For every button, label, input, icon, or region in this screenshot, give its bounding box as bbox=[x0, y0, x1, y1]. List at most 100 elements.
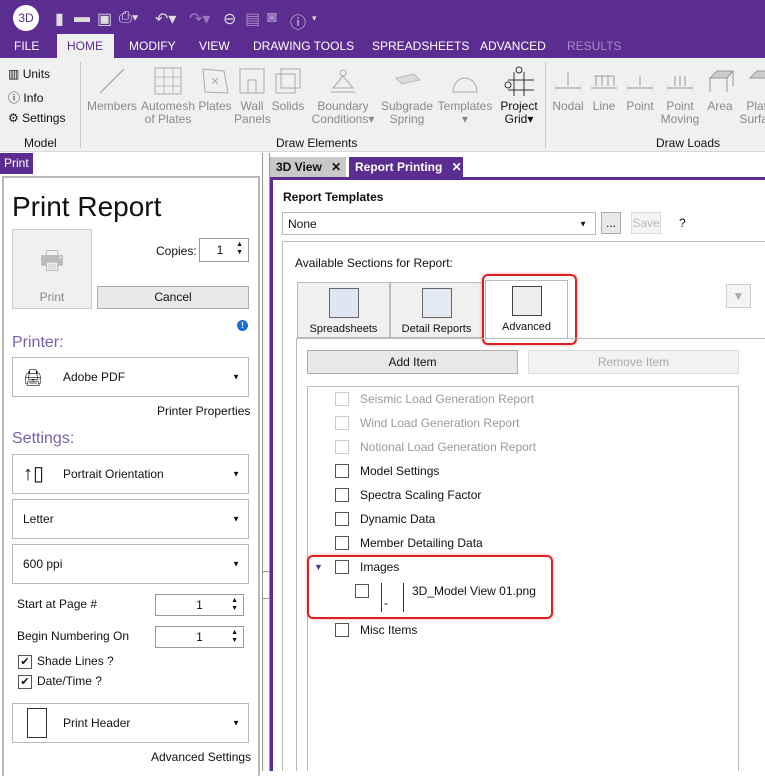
gear-icon: ⚙ bbox=[8, 111, 19, 125]
spreadsheet-icon bbox=[328, 288, 359, 318]
report-icon[interactable]: ▤ bbox=[245, 9, 260, 29]
item-checkbox[interactable] bbox=[335, 440, 349, 454]
item-checkbox[interactable] bbox=[335, 536, 349, 550]
printer-dropdown[interactable]: 🖨 Adobe PDF ▼ bbox=[12, 357, 249, 397]
filter-icon[interactable]: ▼ bbox=[726, 284, 751, 308]
date-time-label: Date/Time ? bbox=[37, 674, 102, 688]
list-item: Model Settings bbox=[360, 464, 440, 478]
wall-panel-icon bbox=[239, 68, 265, 94]
settings-button[interactable]: ⚙ Settings bbox=[8, 111, 65, 125]
printer-heading: Printer: bbox=[12, 334, 64, 351]
info-icon[interactable]: ⓘ bbox=[290, 9, 306, 33]
resolution-dropdown[interactable]: 600 ppi ▼ bbox=[12, 544, 249, 584]
tab-print[interactable]: Print bbox=[0, 153, 33, 174]
save-icon[interactable]: ▣ bbox=[97, 9, 112, 29]
plate-surface-load-button[interactable]: Plate Surface bbox=[738, 66, 765, 126]
menu-modify[interactable]: MODIFY bbox=[119, 34, 186, 58]
group-model-label: Model bbox=[24, 136, 57, 150]
menu-results[interactable]: RESULTS bbox=[557, 34, 631, 58]
menu-view[interactable]: VIEW bbox=[189, 34, 240, 58]
undo-icon[interactable]: ↶▾ bbox=[155, 9, 176, 29]
shade-lines-checkbox[interactable]: ✔ bbox=[18, 655, 32, 669]
list-item: Notional Load Generation Report bbox=[360, 440, 537, 454]
help-button[interactable]: ? bbox=[679, 216, 686, 230]
info-button[interactable]: ⓘ Info bbox=[8, 89, 43, 106]
item-checkbox[interactable] bbox=[335, 392, 349, 406]
units-button[interactable]: ▥ Units bbox=[8, 67, 50, 81]
moving-load-icon bbox=[667, 76, 693, 89]
printer-properties-link[interactable]: Printer Properties bbox=[157, 404, 250, 418]
automesh-icon bbox=[154, 67, 182, 95]
print-icon[interactable]: ⎙▾ bbox=[119, 9, 139, 27]
menu-file[interactable]: FILE bbox=[4, 34, 49, 58]
cancel-button[interactable]: Cancel bbox=[97, 286, 249, 309]
date-time-checkbox[interactable]: ✔ bbox=[18, 675, 32, 689]
list-item: Misc Items bbox=[360, 623, 418, 637]
divider bbox=[80, 62, 81, 148]
point-moving-load-button[interactable]: Point Moving bbox=[658, 66, 702, 126]
camera-icon[interactable]: ◙ bbox=[267, 9, 277, 27]
subgrade-spring-button[interactable]: Subgrade Spring bbox=[380, 66, 434, 126]
plates-button[interactable]: Plates bbox=[198, 66, 232, 113]
header-dropdown[interactable]: Print Header ▼ bbox=[12, 703, 249, 743]
customize-icon[interactable]: ▾ bbox=[312, 13, 317, 24]
list-item: Dynamic Data bbox=[360, 512, 436, 526]
menu-drawing-tools[interactable]: DRAWING TOOLS bbox=[243, 34, 364, 58]
item-checkbox[interactable] bbox=[335, 488, 349, 502]
paper-size-dropdown[interactable]: Letter ▼ bbox=[12, 499, 249, 539]
list-item: Wind Load Generation Report bbox=[360, 416, 520, 430]
begin-numbering-stepper[interactable]: 1 ▲ ▼ bbox=[155, 626, 244, 648]
report-templates-label: Report Templates bbox=[283, 190, 384, 204]
begin-numbering-label: Begin Numbering On bbox=[17, 629, 130, 643]
line-load-button[interactable]: Line bbox=[588, 66, 620, 113]
open-folder-icon[interactable]: ▬ bbox=[74, 9, 90, 27]
project-grid-button[interactable]: Project Grid▾ bbox=[497, 66, 541, 126]
advanced-settings-link[interactable]: Advanced Settings bbox=[151, 750, 251, 764]
automesh-button[interactable]: Automesh of Plates bbox=[140, 66, 196, 126]
area-load-button[interactable]: Area bbox=[703, 66, 737, 113]
orientation-dropdown[interactable]: ↑▯ Portrait Orientation ▼ bbox=[12, 454, 249, 494]
units-label: Units bbox=[22, 67, 51, 81]
area-load-icon bbox=[708, 70, 735, 92]
nodal-load-button[interactable]: Nodal bbox=[550, 66, 586, 113]
copies-stepper[interactable]: 1 ▲ ▼ bbox=[199, 238, 249, 262]
item-checkbox[interactable] bbox=[335, 512, 349, 526]
section-tab-detail-reports[interactable]: Detail Reports bbox=[390, 282, 483, 338]
info-label: Info bbox=[23, 91, 44, 105]
browse-template-button[interactable]: ... bbox=[601, 212, 621, 234]
menu-spreadsheets[interactable]: SPREADSHEETS bbox=[362, 34, 479, 58]
item-checkbox[interactable] bbox=[335, 464, 349, 478]
boundary-conditions-button[interactable]: Boundary Conditions▾ bbox=[310, 68, 376, 126]
redo-icon[interactable]: ↷▾ bbox=[189, 9, 210, 29]
new-file-icon[interactable]: ▮ bbox=[55, 9, 64, 29]
solids-button[interactable]: Solids bbox=[271, 66, 305, 113]
app-logo[interactable]: 3D bbox=[13, 5, 39, 31]
available-sections-label: Available Sections for Report: bbox=[295, 256, 453, 270]
wall-panels-button[interactable]: Wall Panels bbox=[234, 66, 271, 126]
point-load-button[interactable]: Point bbox=[622, 66, 658, 113]
tab-report-printing[interactable]: Report Printing ✕ bbox=[349, 157, 463, 178]
section-tab-spreadsheets[interactable]: Spreadsheets bbox=[297, 282, 390, 338]
start-page-stepper[interactable]: 1 ▲ ▼ bbox=[155, 594, 244, 616]
item-checkbox[interactable] bbox=[335, 416, 349, 430]
templates-button[interactable]: Templates ▾ bbox=[436, 66, 494, 126]
list-item: Seismic Load Generation Report bbox=[360, 392, 535, 406]
close-icon[interactable]: ✕ bbox=[452, 160, 462, 174]
minus-circle-icon[interactable]: ⊖ bbox=[223, 9, 236, 29]
nodal-load-icon bbox=[555, 72, 581, 89]
item-checkbox[interactable] bbox=[335, 623, 349, 637]
shade-lines-label: Shade Lines ? bbox=[37, 654, 114, 668]
alert-icon[interactable]: ! bbox=[237, 320, 248, 331]
template-dropdown[interactable]: None ▼ bbox=[282, 212, 596, 235]
remove-item-button[interactable]: Remove Item bbox=[528, 350, 739, 374]
start-page-label: Start at Page # bbox=[17, 597, 98, 611]
tab-3d-view[interactable]: 3D View ✕ bbox=[270, 157, 346, 178]
close-icon[interactable]: ✕ bbox=[331, 160, 341, 174]
menu-home[interactable]: HOME bbox=[57, 34, 114, 58]
members-button[interactable]: Members bbox=[86, 66, 138, 113]
save-template-button[interactable]: Save bbox=[631, 212, 661, 234]
panel-splitter[interactable] bbox=[262, 153, 270, 771]
print-button[interactable]: 🖶 Print bbox=[12, 229, 92, 309]
add-item-button[interactable]: Add Item bbox=[307, 350, 518, 374]
menu-advanced[interactable]: ADVANCED bbox=[470, 34, 556, 58]
